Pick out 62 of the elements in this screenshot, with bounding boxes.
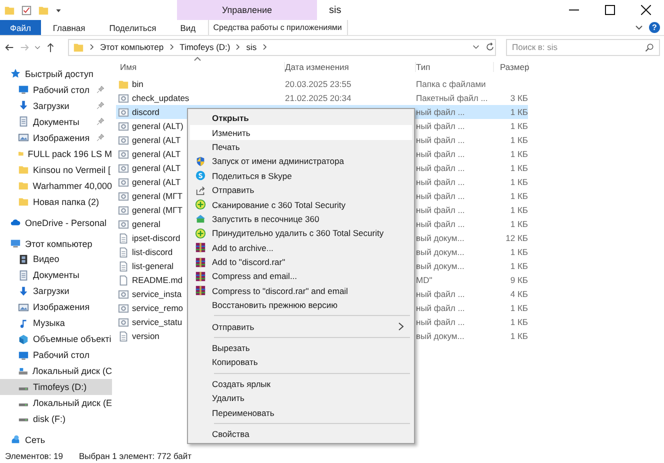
size-cell: 1 КБ	[510, 121, 528, 131]
size-cell: 1 КБ	[510, 219, 528, 229]
file-name: general (ALT)	[132, 121, 184, 131]
type-cell: ный файл ...	[416, 289, 465, 299]
size-cell: 1 КБ	[510, 177, 528, 187]
type-cell: вый докум...	[416, 261, 464, 271]
type-cell: ный файл ...	[416, 107, 465, 117]
file-name: service_remo	[132, 303, 184, 313]
type-cell: вый докум...	[416, 247, 464, 257]
window-title: sis	[328, 4, 342, 18]
file-name: list-general	[132, 261, 174, 271]
type-cell: Пакетный файл ...	[416, 93, 488, 103]
file-name: service_insta	[132, 289, 182, 299]
size-cell: 1 КБ	[510, 149, 528, 159]
type-cell: ный файл ...	[416, 303, 465, 313]
size-cell: 1 КБ	[510, 247, 528, 257]
file-name: general (МГТ	[132, 191, 182, 201]
type-cell: Папка с файлами	[416, 79, 486, 89]
size-cell: 1 КБ	[510, 107, 528, 117]
date-cell: 20.03.2025 23:55	[285, 79, 352, 89]
file-name: general (ALT	[132, 163, 181, 173]
file-name: general (МГТ	[132, 205, 182, 215]
size-cell: 1 КБ	[510, 163, 528, 173]
type-cell: ный файл ...	[416, 149, 465, 159]
type-cell: ный файл ...	[416, 317, 465, 327]
file-name: list-discord	[132, 247, 173, 257]
type-cell: MD"	[416, 275, 432, 285]
file-name: ipset-discord	[132, 233, 180, 243]
size-cell: 1 КБ	[510, 135, 528, 145]
selection-info: Выбран 1 элемент: 772 байт	[79, 450, 192, 460]
size-cell: 1 КБ	[510, 205, 528, 215]
type-cell: ный файл ...	[416, 177, 465, 187]
size-cell: 9 КБ	[510, 275, 528, 285]
file-name: general (ALT	[132, 149, 181, 159]
context-tab-header: Управление	[177, 0, 317, 20]
item-count: Элементов: 19	[5, 450, 63, 460]
size-cell: 1 КБ	[510, 317, 528, 327]
file-name: bin	[132, 79, 144, 89]
file-name: README.md	[132, 275, 183, 285]
size-cell: 1 КБ	[510, 191, 528, 201]
type-cell: вый докум...	[416, 233, 464, 243]
file-name: version	[132, 331, 160, 341]
size-cell: 4 КБ	[510, 289, 528, 299]
type-cell: ный файл ...	[416, 135, 465, 145]
type-cell: ный файл ...	[416, 163, 465, 173]
date-cell: 21.02.2025 20:34	[285, 93, 352, 103]
file-name: discord	[132, 107, 160, 117]
type-cell: ный файл ...	[416, 205, 465, 215]
file-name: general (ALT	[132, 177, 181, 187]
type-cell: ный файл ...	[416, 191, 465, 201]
size-cell: 1 КБ	[510, 331, 528, 341]
type-cell: вый докум...	[416, 331, 464, 341]
type-cell: ный файл ...	[416, 121, 465, 131]
file-name: general (ALT	[132, 135, 181, 145]
file-name: check_updates	[132, 93, 190, 103]
type-cell: ный файл ...	[416, 219, 465, 229]
size-cell: 12 КБ	[506, 233, 528, 243]
size-cell: 1 КБ	[510, 261, 528, 271]
file-name: general	[132, 219, 160, 229]
size-cell: 1 КБ	[510, 303, 528, 313]
size-cell: 3 КБ	[510, 93, 528, 103]
file-name: service_statu	[132, 317, 182, 327]
